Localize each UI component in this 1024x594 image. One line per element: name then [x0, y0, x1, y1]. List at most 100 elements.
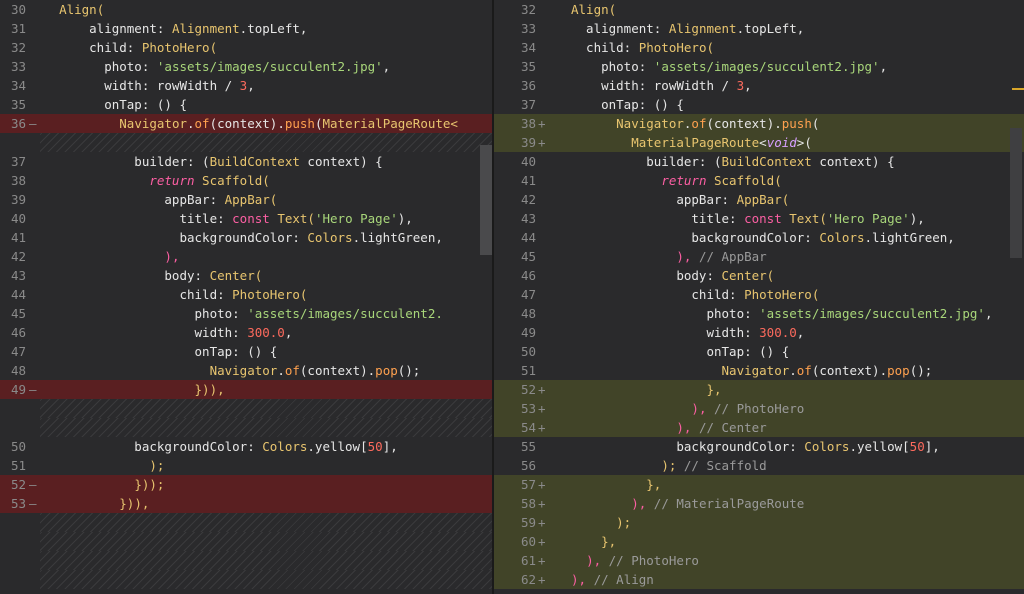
code-text[interactable]: width: rowWidth / 3, [44, 76, 255, 95]
code-text[interactable]: MaterialPageRoute<void>( [571, 133, 812, 152]
line-number: 38 [520, 116, 536, 131]
line-number: 53 [520, 401, 536, 416]
code-text[interactable]: Navigator.of(context).pop(); [44, 361, 421, 380]
code-text[interactable]: }, [571, 532, 616, 551]
added-marker: + [538, 477, 546, 492]
line-number: 30 [10, 2, 26, 17]
line-number: 44 [520, 230, 536, 245]
code-token: .yellow[ [849, 439, 910, 454]
code-text[interactable]: body: Center( [571, 266, 774, 285]
code-line: 50 onTap: () { [494, 342, 1024, 361]
code-text[interactable]: return Scaffold( [571, 171, 781, 190]
code-token: push [284, 116, 315, 131]
code-text[interactable]: backgroundColor: Colors.yellow[50], [571, 437, 939, 456]
right-scrollbar-thumb[interactable] [1010, 128, 1022, 258]
code-text[interactable]: alignment: Alignment.topLeft, [44, 19, 307, 38]
code-text[interactable]: body: Center( [44, 266, 262, 285]
code-text[interactable]: ), [44, 247, 179, 266]
code-text[interactable]: title: const Text('Hero Page'), [44, 209, 412, 228]
code-text[interactable]: ); [44, 456, 164, 475]
code-text[interactable]: child: PhotoHero( [571, 38, 714, 57]
code-text[interactable]: child: PhotoHero( [571, 285, 819, 304]
left-scrollbar-thumb[interactable] [480, 145, 492, 255]
code-text[interactable]: backgroundColor: Colors.lightGreen, [44, 228, 442, 247]
code-text[interactable]: ); [571, 513, 631, 532]
code-text[interactable]: child: PhotoHero( [44, 285, 307, 304]
code-text[interactable]: onTap: () { [571, 95, 684, 114]
code-token: builder: ( [44, 154, 210, 169]
code-text[interactable]: alignment: Alignment.topLeft, [571, 19, 804, 38]
code-text[interactable]: Navigator.of(context).pop(); [571, 361, 933, 380]
code-text[interactable]: })), [44, 494, 149, 513]
code-text[interactable]: photo: 'assets/images/succulent2.jpg', [571, 57, 887, 76]
code-token: void [766, 135, 797, 150]
code-text[interactable]: }, [571, 475, 661, 494]
code-text[interactable]: ), // Center [571, 418, 766, 437]
code-text[interactable]: appBar: AppBar( [571, 190, 789, 209]
line-number: 33 [10, 59, 26, 74]
deleted-line: 52— })); [0, 475, 492, 494]
left-pane-original[interactable]: 30 Align(31 alignment: Alignment.topLeft… [0, 0, 492, 594]
code-text[interactable]: ), // AppBar [571, 247, 766, 266]
added-line: 59 + ); [494, 513, 1024, 532]
code-token: Text( [277, 211, 315, 226]
code-token: alignment: [571, 21, 669, 36]
code-text[interactable]: ), // PhotoHero [571, 399, 804, 418]
code-text[interactable]: photo: 'assets/images/succulent2.jpg', [44, 57, 390, 76]
code-token: Alignment [668, 21, 737, 36]
code-text[interactable]: photo: 'assets/images/succulent2. [44, 304, 443, 323]
code-text[interactable]: width: 300.0, [44, 323, 293, 342]
code-token: context) { [811, 154, 895, 169]
code-text[interactable]: onTap: () { [44, 342, 278, 361]
code-text[interactable]: ), // PhotoHero [571, 551, 699, 570]
code-token: Navigator [721, 363, 790, 378]
code-text[interactable]: title: const Text('Hero Page'), [571, 209, 924, 228]
added-line: 38 + Navigator.of(context).push( [494, 114, 1024, 133]
code-text[interactable]: child: PhotoHero( [44, 38, 217, 57]
code-text[interactable]: width: rowWidth / 3, [571, 76, 752, 95]
code-text[interactable]: appBar: AppBar( [44, 190, 277, 209]
code-token: width: [44, 325, 248, 340]
gutter [0, 133, 40, 152]
code-text[interactable]: photo: 'assets/images/succulent2.jpg', [571, 304, 992, 323]
code-text[interactable]: backgroundColor: Colors.lightGreen, [571, 228, 954, 247]
code-token: .topLeft, [239, 21, 308, 36]
code-text[interactable]: backgroundColor: Colors.yellow[50], [44, 437, 397, 456]
code-token: const [744, 211, 782, 226]
code-text[interactable]: Align( [571, 0, 616, 19]
code-text[interactable]: builder: (BuildContext context) { [571, 152, 895, 171]
code-text[interactable]: width: 300.0, [571, 323, 804, 342]
removed-marker: — [29, 496, 37, 511]
line-number: 45 [10, 306, 26, 321]
code-text[interactable]: builder: (BuildContext context) { [44, 152, 382, 171]
code-text[interactable]: onTap: () { [571, 342, 789, 361]
code-text[interactable]: Navigator.of(context).push( [571, 114, 819, 133]
code-text[interactable]: })), [44, 380, 225, 399]
added-line: 61 + ), // PhotoHero [494, 551, 1024, 570]
code-text[interactable]: ), // Align [571, 570, 654, 589]
code-text[interactable]: ), // MaterialPageRoute [571, 494, 804, 513]
right-pane-modified[interactable]: 32 Align(33 alignment: Alignment.topLeft,… [494, 0, 1024, 594]
code-token: ), [571, 572, 587, 587]
code-text[interactable]: Align( [44, 0, 104, 19]
line-number: 37 [10, 154, 26, 169]
code-text[interactable]: return Scaffold( [44, 171, 269, 190]
code-text[interactable]: ); // Scaffold [571, 456, 766, 475]
code-token: . [277, 363, 285, 378]
line-number: 53 [10, 496, 26, 511]
code-text[interactable]: onTap: () { [44, 95, 187, 114]
code-token: photo: [571, 306, 760, 321]
code-line: 46 body: Center( [494, 266, 1024, 285]
code-token: .yellow[ [307, 439, 368, 454]
code-text[interactable]: Navigator.of(context).push(MaterialPageR… [44, 114, 458, 133]
code-text[interactable]: })); [44, 475, 164, 494]
code-token: PhotoHero( [638, 40, 714, 55]
line-number: 61 [520, 553, 536, 568]
code-token: builder: ( [571, 154, 722, 169]
code-text[interactable]: }, [571, 380, 721, 399]
